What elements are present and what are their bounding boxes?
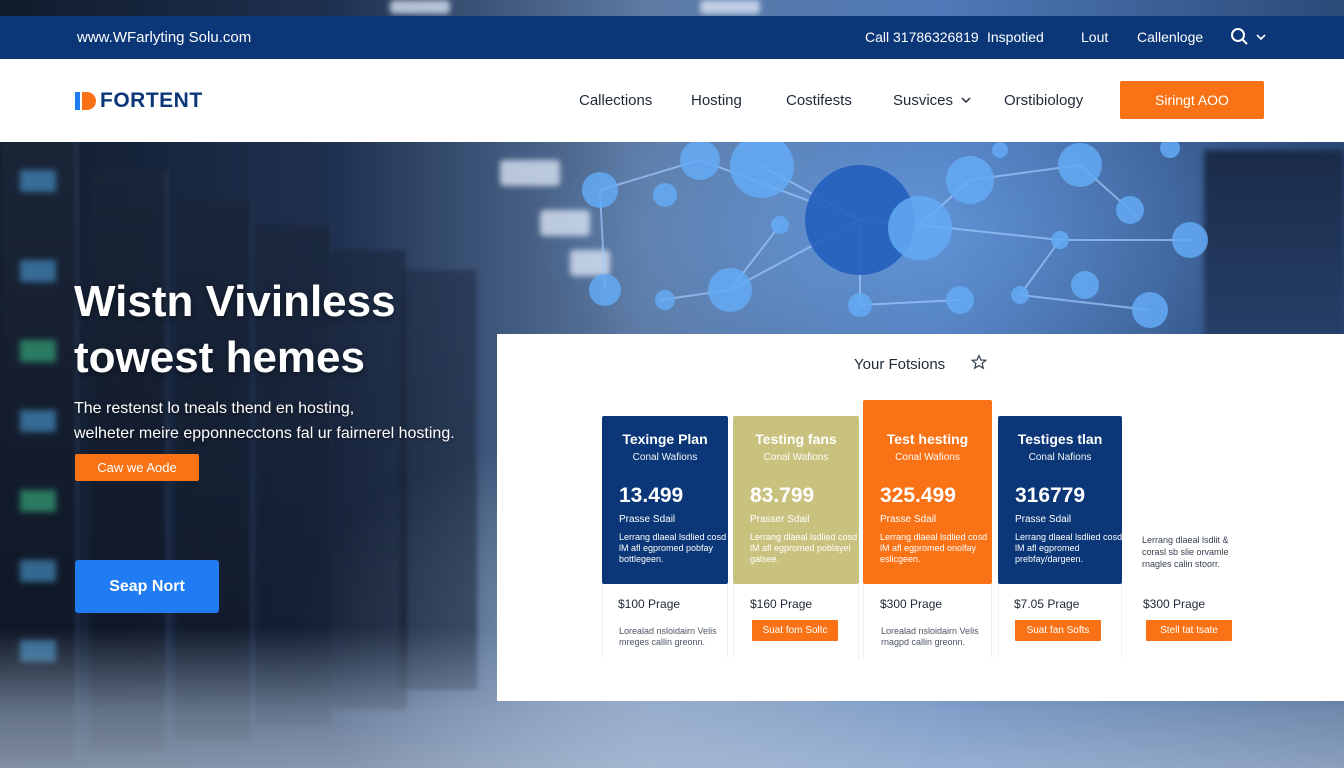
plan-tag: Prasse Sdail [619, 514, 676, 525]
main-nav: FORTENT Callections Hosting Costifests S… [0, 59, 1344, 142]
hero-title-line: towest hemes [74, 333, 365, 382]
plan-subtitle: Conal Wafions [632, 452, 698, 463]
nav-item-hosting[interactable]: Hosting [691, 92, 742, 109]
plan-tag: Prasser Sdail [750, 514, 810, 525]
hero-secondary-button[interactable]: Caw we Aode [75, 454, 199, 481]
plan-name: Texinge Plan [622, 431, 708, 447]
hero-subtitle-line: The restenst lo tneals thend en hosting, [74, 400, 355, 417]
plan-price: 13.499 [619, 484, 684, 507]
plan-description: Lerrang dlaeal lsdlied cosd lM afl egpro… [750, 532, 858, 564]
plan-tag: Prasse Sdail [1015, 514, 1072, 525]
plan-footer-description: Lorealad nsloidairn Velis mreges callin … [619, 626, 717, 647]
plan-card[interactable]: Texinge Plan Conal Wafions 13.499 Prasse… [602, 416, 728, 584]
site-url[interactable]: www.WFarlyting Solu.com [77, 29, 251, 46]
logo-mark-icon [74, 90, 98, 112]
hero-title-line: Wistn Vivinless [74, 277, 396, 326]
plan-tag: Prasse Sdail [880, 514, 937, 525]
plan-footer-price: $160 Prage [750, 597, 813, 611]
plan-select-button[interactable]: Suat fan Softs [1015, 620, 1101, 641]
search-button[interactable] [1230, 26, 1270, 48]
logo-text: FORTENT [100, 89, 203, 112]
plan-select-button[interactable]: Suat fom Soltc [752, 620, 838, 641]
plan-footer-description: Lorealad nsloidairn Velis rnagpd callin … [881, 626, 979, 647]
plan-name: Test hesting [886, 431, 969, 447]
nav-cta-button[interactable]: Siringt AOO [1120, 81, 1264, 119]
nav-item-costifests[interactable]: Costifests [786, 92, 852, 109]
plan-footer-price: $7.05 Prage [1014, 597, 1080, 611]
plan-footer-price: $100 Prage [618, 597, 681, 611]
topbar-link[interactable]: Lout [1081, 29, 1108, 45]
plan-subtitle: Conal Wafions [895, 452, 960, 463]
plan-price: 325.499 [880, 484, 956, 507]
chevron-down-icon [961, 97, 971, 104]
plan-description: Lerrang dlaeal lsdlied cosd lM afl egpro… [619, 532, 727, 564]
hero-subtitle: The restenst lo tneals thend en hosting,… [74, 396, 474, 446]
plan-description: Lerrang dlaeal lsdlied cosd lM afl egpro… [880, 532, 988, 564]
pricing-panel: Your Fotsions Texinge Plan Conal Wafions… [497, 334, 1344, 701]
logo[interactable]: FORTENT [74, 89, 203, 113]
top-bar: www.WFarlyting Solu.com Call 31786326819… [0, 16, 1344, 59]
nav-item-orstibiology[interactable]: Orstibiology [1004, 92, 1083, 109]
nav-item-services-label: Susvices [893, 92, 954, 109]
pricing-title: Your Fotsions [854, 356, 946, 373]
plan-name: Testiges tlan [1017, 431, 1103, 447]
hero-subtitle-line: welheter meire epponnecctons fal ur fair… [74, 425, 455, 442]
plan-extra-description: Lerrang dlaeal lsdlit & corasl sb slie o… [1142, 535, 1229, 569]
topbar-link[interactable]: Callenloge [1137, 29, 1203, 45]
plan-price: 83.799 [750, 484, 815, 507]
hero-title: Wistn Vivinless towest hemes [74, 274, 494, 386]
hero-primary-button[interactable]: Seap Nort [75, 560, 219, 613]
plan-footer-price: $300 Prage [1143, 597, 1206, 611]
plan-card[interactable]: Testing fans Conal Wafions 83.799 Prasse… [733, 416, 859, 584]
plan-footer-price: $300 Prage [880, 597, 943, 611]
star-icon[interactable] [971, 354, 987, 370]
search-icon [1231, 28, 1266, 45]
plan-subtitle: Conal Wafions [763, 452, 829, 463]
plan-description: Lerrang dlaeal lsdlied cosd lM afl egpro… [1015, 532, 1123, 564]
plan-card-featured[interactable]: Test hesting Conal Wafions 325.499 Prass… [863, 400, 992, 584]
chevron-down-icon [1256, 34, 1266, 41]
plan-name: Testing fans [755, 431, 837, 447]
topbar-link[interactable]: Inspotied [987, 29, 1044, 45]
plan-select-button[interactable]: Stell tat tsate [1146, 620, 1232, 641]
plan-subtitle: Conal Nafions [1028, 452, 1092, 463]
plan-card[interactable]: Testiges tlan Conal Nafions 316779 Prass… [998, 416, 1122, 584]
plan-price: 316779 [1015, 484, 1086, 507]
nav-item-callections[interactable]: Callections [579, 92, 652, 109]
call-number-link[interactable]: Call 31786326819 [865, 29, 979, 45]
nav-item-services[interactable]: Susvices [893, 92, 972, 109]
